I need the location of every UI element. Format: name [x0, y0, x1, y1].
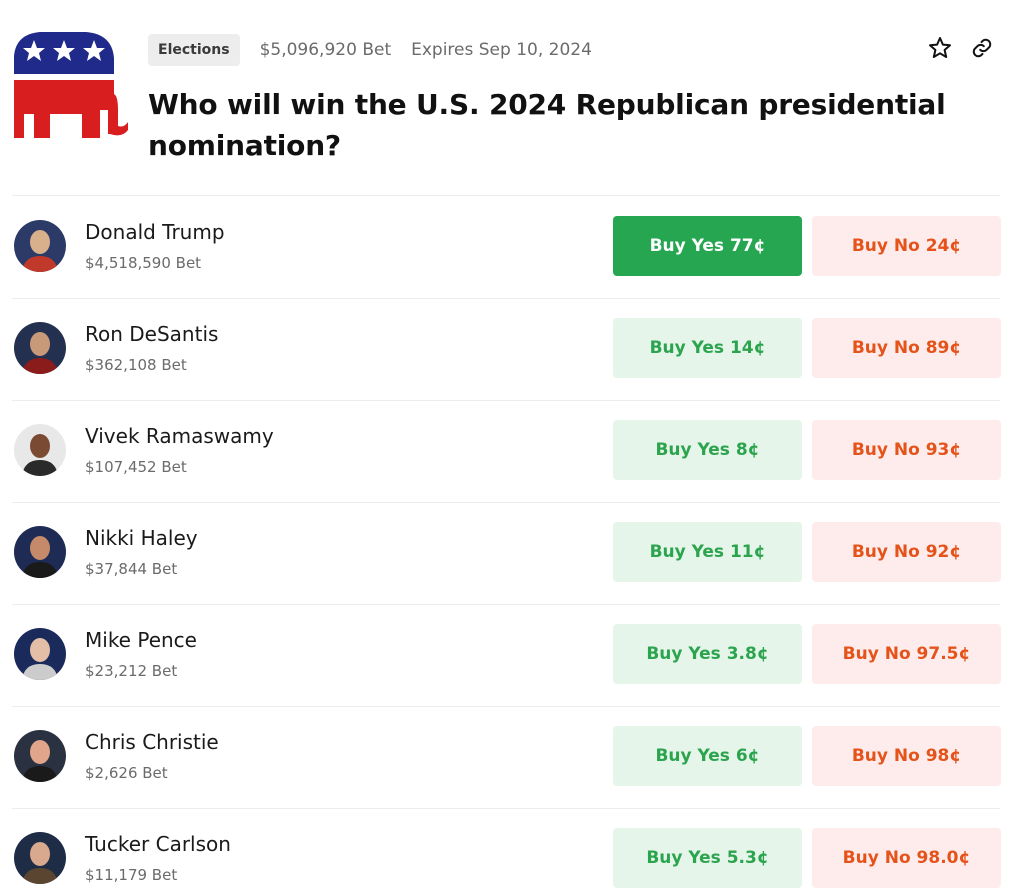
market-meta: Elections $5,096,920 Bet Expires Sep 10,…: [148, 34, 592, 66]
buy-yes-button[interactable]: Buy Yes 11¢: [613, 522, 802, 582]
market-volume: $5,096,920 Bet: [259, 40, 392, 60]
candidate-name[interactable]: Nikki Haley: [85, 526, 198, 550]
candidate-avatar: [14, 730, 66, 782]
candidate-avatar: [14, 322, 66, 374]
candidate-bet-volume: $362,108 Bet: [85, 356, 187, 374]
candidate-bet-volume: $4,518,590 Bet: [85, 254, 202, 272]
republican-elephant-logo: [12, 30, 130, 142]
candidate-name[interactable]: Donald Trump: [85, 220, 225, 244]
candidate-bet-volume: $107,452 Bet: [85, 458, 187, 476]
buy-no-button[interactable]: Buy No 98¢: [812, 726, 1001, 786]
buy-yes-button[interactable]: Buy Yes 5.3¢: [613, 828, 802, 888]
star-outline-icon[interactable]: [926, 34, 954, 62]
buy-yes-button[interactable]: Buy Yes 6¢: [613, 726, 802, 786]
buy-no-button[interactable]: Buy No 92¢: [812, 522, 1001, 582]
candidate-name[interactable]: Ron DeSantis: [85, 322, 218, 346]
buy-yes-button[interactable]: Buy Yes 77¢: [613, 216, 802, 276]
candidate-row: Donald Trump $4,518,590 Bet Buy Yes 77¢ Buy…: [0, 196, 1024, 298]
candidate-row: Vivek Ramaswamy $107,452 Bet Buy Yes 8¢ Buy…: [0, 400, 1024, 502]
candidate-row: Mike Pence $23,212 Bet Buy Yes 3.8¢ Buy No …: [0, 604, 1024, 706]
category-badge[interactable]: Elections: [148, 34, 240, 66]
candidate-avatar: [14, 628, 66, 680]
header-actions: [926, 34, 996, 62]
buy-no-button[interactable]: Buy No 97.5¢: [812, 624, 1001, 684]
buy-no-button[interactable]: Buy No 93¢: [812, 420, 1001, 480]
candidate-name[interactable]: Mike Pence: [85, 628, 197, 652]
candidate-row: Chris Christie $2,626 Bet Buy Yes 6¢ Buy No…: [0, 706, 1024, 808]
candidate-bet-volume: $37,844 Bet: [85, 560, 178, 578]
candidate-name[interactable]: Chris Christie: [85, 730, 219, 754]
buy-yes-button[interactable]: Buy Yes 14¢: [613, 318, 802, 378]
candidate-avatar: [14, 424, 66, 476]
buy-no-button[interactable]: Buy No 89¢: [812, 318, 1001, 378]
candidate-avatar: [14, 526, 66, 578]
candidate-bet-volume: $11,179 Bet: [85, 866, 178, 884]
candidate-row: Ron DeSantis $362,108 Bet Buy Yes 14¢ Buy N…: [0, 298, 1024, 400]
market-header: Elections $5,096,920 Bet Expires Sep 10,…: [0, 0, 1024, 196]
market-page: Elections $5,096,920 Bet Expires Sep 10,…: [0, 0, 1024, 893]
link-icon[interactable]: [968, 34, 996, 62]
candidate-row: Nikki Haley $37,844 Bet Buy Yes 11¢ Buy No …: [0, 502, 1024, 604]
candidate-avatar: [14, 832, 66, 884]
candidate-bet-volume: $2,626 Bet: [85, 764, 168, 782]
buy-no-button[interactable]: Buy No 98.0¢: [812, 828, 1001, 888]
candidate-avatar: [14, 220, 66, 272]
buy-yes-button[interactable]: Buy Yes 8¢: [613, 420, 802, 480]
candidate-bet-volume: $23,212 Bet: [85, 662, 178, 680]
buy-no-button[interactable]: Buy No 24¢: [812, 216, 1001, 276]
buy-yes-button[interactable]: Buy Yes 3.8¢: [613, 624, 802, 684]
candidate-row: Tucker Carlson $11,179 Bet Buy Yes 5.3¢ Buy…: [0, 808, 1024, 893]
candidate-name[interactable]: Tucker Carlson: [85, 832, 231, 856]
market-expiry: Expires Sep 10, 2024: [411, 40, 592, 60]
market-title: Who will win the U.S. 2024 Republican pr…: [148, 88, 946, 162]
candidate-name[interactable]: Vivek Ramaswamy: [85, 424, 274, 448]
